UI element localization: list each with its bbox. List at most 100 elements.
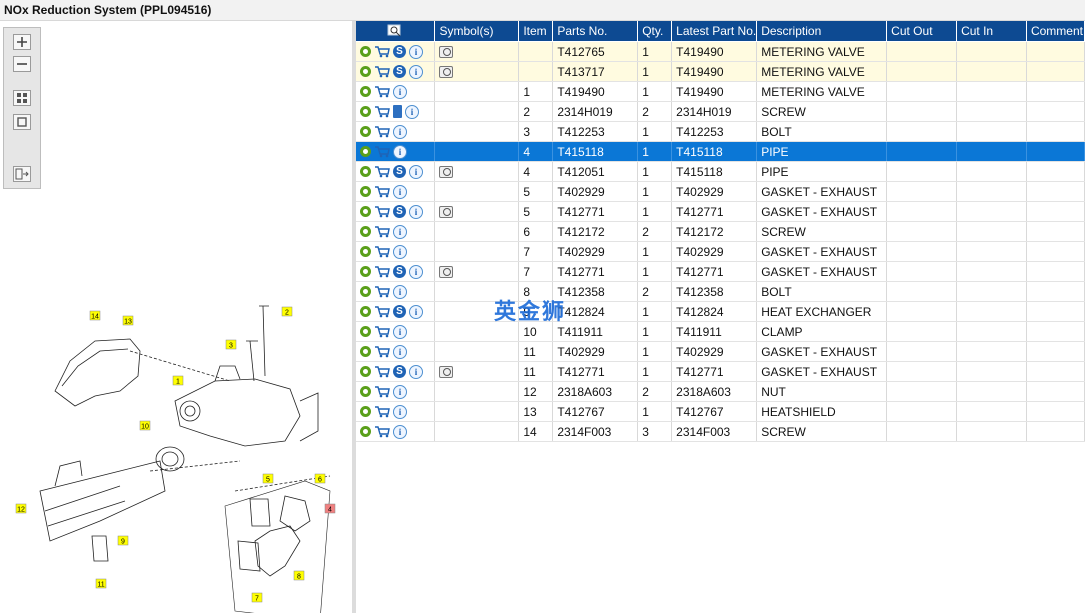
- callout-label[interactable]: 6: [314, 473, 326, 484]
- cart-icon[interactable]: [374, 345, 390, 358]
- cart-icon[interactable]: [374, 385, 390, 398]
- symbols-cell[interactable]: [434, 101, 520, 122]
- cart-icon[interactable]: [374, 65, 390, 78]
- cart-icon[interactable]: [374, 325, 390, 338]
- gear-icon[interactable]: [360, 426, 371, 438]
- symbols-cell[interactable]: [434, 401, 520, 422]
- column-header[interactable]: Item: [518, 21, 554, 42]
- cart-icon[interactable]: [374, 145, 390, 158]
- row-actions-cell[interactable]: Si: [356, 61, 436, 82]
- callout-label[interactable]: 9: [117, 535, 129, 546]
- row-actions-cell[interactable]: i: [356, 341, 436, 362]
- table-row[interactable]: i 6 T412172 2 T412172 SCREW: [356, 221, 1085, 242]
- row-actions-cell[interactable]: i: [356, 181, 436, 202]
- gear-icon[interactable]: [360, 226, 371, 238]
- info-icon[interactable]: i: [409, 304, 423, 319]
- gear-icon[interactable]: [360, 146, 371, 158]
- callout-label[interactable]: 2: [281, 306, 293, 317]
- cart-icon[interactable]: [374, 165, 390, 178]
- row-actions-cell[interactable]: i: [356, 81, 436, 102]
- info-icon[interactable]: i: [393, 344, 407, 359]
- row-actions-cell[interactable]: Si: [356, 261, 436, 282]
- row-actions-cell[interactable]: i: [356, 221, 436, 242]
- info-icon[interactable]: i: [393, 404, 407, 419]
- symbols-cell[interactable]: [434, 221, 520, 242]
- search-icon[interactable]: [387, 24, 403, 38]
- cart-icon[interactable]: [374, 365, 390, 378]
- gear-icon[interactable]: [360, 186, 371, 198]
- column-header[interactable]: Comment: [1026, 21, 1085, 42]
- binoculars-icon[interactable]: [439, 66, 454, 79]
- gear-icon[interactable]: [360, 266, 371, 278]
- table-row[interactable]: Si T413717 1 T419490 METERING VALVE: [356, 61, 1085, 82]
- binoculars-icon[interactable]: [439, 166, 454, 179]
- row-actions-cell[interactable]: i: [356, 401, 436, 422]
- cart-icon[interactable]: [374, 425, 390, 438]
- column-header[interactable]: Description: [756, 21, 888, 42]
- gear-icon[interactable]: [360, 326, 371, 338]
- info-icon[interactable]: i: [409, 164, 423, 179]
- table-row[interactable]: Si T412765 1 T419490 METERING VALVE: [356, 41, 1085, 62]
- table-row[interactable]: i 2 2314H019 2 2314H019 SCREW: [356, 101, 1085, 122]
- info-icon[interactable]: i: [409, 44, 423, 59]
- gear-icon[interactable]: [360, 66, 371, 78]
- info-icon[interactable]: i: [393, 424, 407, 439]
- info-icon[interactable]: i: [393, 244, 407, 259]
- symbols-cell[interactable]: [434, 161, 520, 182]
- symbols-cell[interactable]: [434, 261, 520, 282]
- column-header[interactable]: Latest Part No.: [671, 21, 758, 42]
- cart-icon[interactable]: [374, 85, 390, 98]
- table-row[interactable]: i 14 2314F003 3 2314F003 SCREW: [356, 421, 1085, 442]
- cart-icon[interactable]: [374, 265, 390, 278]
- row-actions-cell[interactable]: i: [356, 281, 436, 302]
- info-icon[interactable]: i: [409, 204, 423, 219]
- callout-label[interactable]: 12: [15, 503, 27, 514]
- symbols-cell[interactable]: [434, 381, 520, 402]
- table-row[interactable]: i 12 2318A603 2 2318A603 NUT: [356, 381, 1085, 402]
- info-icon[interactable]: i: [393, 384, 407, 399]
- info-icon[interactable]: i: [393, 324, 407, 339]
- info-icon[interactable]: i: [409, 64, 423, 79]
- column-header[interactable]: Symbol(s): [434, 21, 520, 42]
- binoculars-icon[interactable]: [439, 366, 454, 379]
- gear-icon[interactable]: [360, 46, 371, 58]
- gear-icon[interactable]: [360, 366, 371, 378]
- info-icon[interactable]: i: [409, 364, 423, 379]
- symbols-cell[interactable]: [434, 201, 520, 222]
- row-actions-cell[interactable]: i: [356, 141, 436, 162]
- header-search-cell[interactable]: [356, 21, 436, 42]
- row-actions-cell[interactable]: i: [356, 101, 436, 122]
- gear-icon[interactable]: [360, 286, 371, 298]
- service-icon[interactable]: S: [393, 305, 406, 319]
- callout-label[interactable]: 8: [293, 570, 305, 581]
- info-icon[interactable]: i: [393, 284, 407, 299]
- table-row[interactable]: i 8 T412358 2 T412358 BOLT: [356, 281, 1085, 302]
- table-row[interactable]: i 3 T412253 1 T412253 BOLT: [356, 121, 1085, 142]
- row-actions-cell[interactable]: Si: [356, 161, 436, 182]
- cart-icon[interactable]: [374, 205, 390, 218]
- cart-icon[interactable]: [374, 225, 390, 238]
- gear-icon[interactable]: [360, 406, 371, 418]
- column-header[interactable]: Parts No.: [552, 21, 639, 42]
- row-actions-cell[interactable]: i: [356, 121, 436, 142]
- cart-icon[interactable]: [374, 125, 390, 138]
- diagram-pane[interactable]: 14 13 2 3 1 10 5 6 4 12 9 11 7 8: [0, 21, 352, 613]
- service-icon[interactable]: S: [393, 365, 406, 379]
- row-actions-cell[interactable]: Si: [356, 361, 436, 382]
- row-actions-cell[interactable]: Si: [356, 41, 436, 62]
- table-row[interactable]: Si 11 T412771 1 T412771 GASKET - EXHAUST: [356, 361, 1085, 382]
- callout-label[interactable]: 13: [122, 315, 134, 326]
- service-icon[interactable]: S: [393, 205, 406, 219]
- table-row[interactable]: i 4 T415118 1 T415118 PIPE: [356, 141, 1085, 162]
- gear-icon[interactable]: [360, 246, 371, 258]
- row-actions-cell[interactable]: i: [356, 421, 436, 442]
- book-icon[interactable]: [393, 105, 402, 119]
- service-icon[interactable]: S: [393, 65, 406, 79]
- callout-label[interactable]: 5: [262, 473, 274, 484]
- gear-icon[interactable]: [360, 106, 371, 118]
- cart-icon[interactable]: [374, 185, 390, 198]
- symbols-cell[interactable]: [434, 361, 520, 382]
- symbols-cell[interactable]: [434, 181, 520, 202]
- row-actions-cell[interactable]: i: [356, 381, 436, 402]
- cart-icon[interactable]: [374, 105, 390, 118]
